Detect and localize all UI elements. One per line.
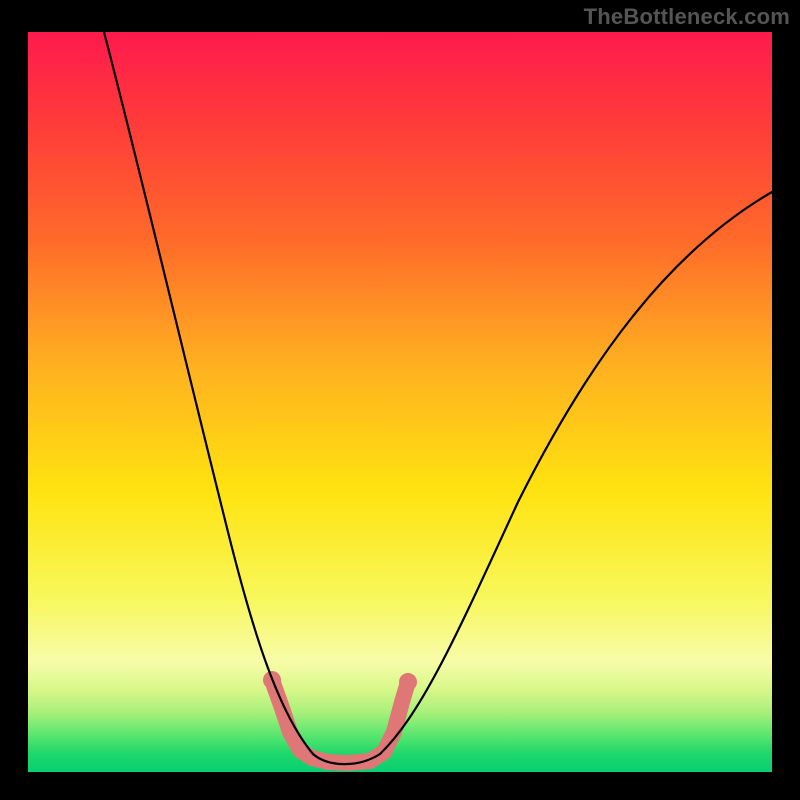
optimal-range-end-dot <box>399 673 417 691</box>
bottleneck-curve-path <box>104 32 772 764</box>
gradient-plot-area <box>28 32 772 772</box>
watermark-text: TheBottleneck.com <box>584 4 790 30</box>
optimal-range-dot <box>282 724 298 740</box>
optimal-range-dot <box>376 744 392 760</box>
chart-container: TheBottleneck.com <box>0 0 800 800</box>
bottleneck-curve <box>28 32 772 772</box>
